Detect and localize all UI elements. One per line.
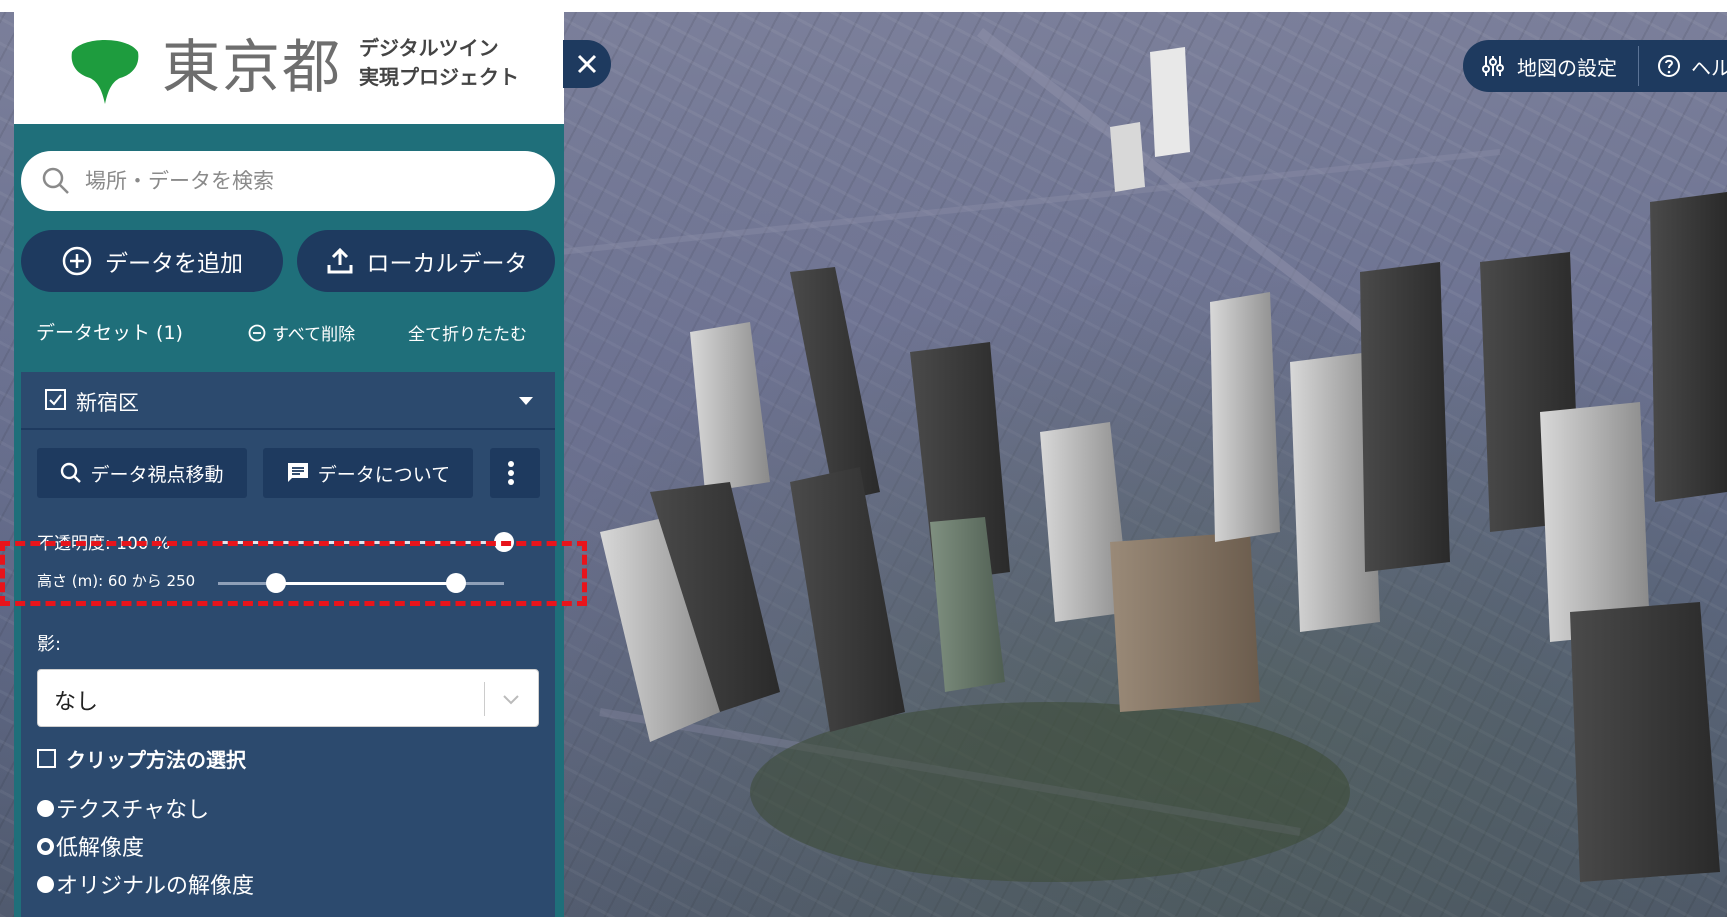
height-slider-min-thumb[interactable] [266,573,286,593]
clip-method-checkbox[interactable] [37,749,56,768]
more-options-button[interactable] [490,448,540,498]
sliders-icon [1482,56,1504,76]
height-slider-range [276,582,456,585]
dataset-card: 新宿区 データ視点移動 データについて 不透明度: 100 % 高さ (m): … [21,372,555,917]
radio-icon[interactable] [37,875,54,893]
layer-name: 新宿区 [76,391,139,415]
map-toolbar: 地図の設定 ヘル [1463,40,1727,92]
zoom-to-data-button[interactable]: データ視点移動 [37,448,247,498]
logo-title: 東京都 [162,33,343,101]
texture-option-low-res[interactable]: 低解像度 [37,830,144,862]
search-icon [42,167,69,194]
radio-selected-icon[interactable] [37,837,54,855]
help-label: ヘル [1691,55,1727,80]
layer-visibility-checkbox[interactable] [45,389,66,410]
logo-subtitle-line1: デジタルツイン [359,36,499,60]
about-data-label: データについて [317,463,451,486]
kebab-menu-icon [508,461,514,485]
caret-down-icon[interactable] [519,397,533,405]
collapse-all-button[interactable]: 全て折りたたむ [408,320,527,345]
dataset-card-header[interactable]: 新宿区 [21,372,555,430]
upload-icon [327,247,352,274]
dataset-toolbar: データセット (1) すべて削除 全て折りたたむ [14,312,564,352]
dataset-count-title: データセット (1) [36,322,183,344]
help-button[interactable]: ヘル [1657,40,1727,92]
texture-option-label: テクスチャなし [56,798,210,823]
close-panel-button[interactable] [563,40,611,88]
opacity-slider-track[interactable] [218,541,504,544]
remove-all-button[interactable]: すべて削除 [248,320,355,345]
close-icon [577,54,597,74]
shadow-select[interactable]: なし [37,669,539,727]
workbench-panel: 東京都 デジタルツイン 実現プロジェクト データを追加 ローカルデータ データセ… [14,12,564,917]
logo-subtitle: デジタルツイン 実現プロジェクト [359,34,519,92]
message-icon [287,463,308,482]
chevron-down-icon[interactable] [500,688,522,710]
clip-method-checkbox-row[interactable]: クリップ方法の選択 [37,744,246,773]
texture-option-original[interactable]: オリジナルの解像度 [37,868,254,900]
clip-method-label: クリップ方法の選択 [66,748,246,772]
toolbar-divider [1638,46,1639,86]
minus-circle-icon [248,324,266,341]
zoom-to-data-label: データ視点移動 [90,463,224,486]
search-box[interactable] [21,151,555,211]
logo-header: 東京都 デジタルツイン 実現プロジェクト [14,12,564,124]
plus-circle-icon [62,246,92,276]
texture-option-none[interactable]: テクスチャなし [37,792,209,824]
map-settings-label: 地図の設定 [1517,55,1617,80]
search-input[interactable] [85,169,525,193]
help-icon [1658,55,1680,77]
remove-all-label: すべて削除 [272,325,356,345]
shadow-selected-value: なし [54,690,99,715]
about-data-button[interactable]: データについて [263,448,473,498]
height-slider-max-thumb[interactable] [446,573,466,593]
opacity-slider-thumb[interactable] [494,532,514,552]
local-data-label: ローカルデータ [366,251,528,277]
radio-icon[interactable] [37,799,54,817]
shadow-label: 影: [37,634,62,655]
select-divider [484,682,485,716]
logo-subtitle-line2: 実現プロジェクト [359,65,519,89]
tokyo-ginkgo-logo-icon [71,40,139,104]
opacity-label: 不透明度: 100 % [37,534,171,554]
add-data-button[interactable]: データを追加 [21,230,283,292]
checkmark-icon [49,394,62,406]
local-data-button[interactable]: ローカルデータ [297,230,555,292]
add-data-label: データを追加 [105,251,243,277]
map-settings-button[interactable]: 地図の設定 [1481,40,1617,92]
search-icon [61,462,82,483]
height-range-label: 高さ (m): 60 から 250 [37,572,196,590]
texture-option-label: 低解像度 [56,836,145,861]
texture-option-label: オリジナルの解像度 [56,874,255,899]
